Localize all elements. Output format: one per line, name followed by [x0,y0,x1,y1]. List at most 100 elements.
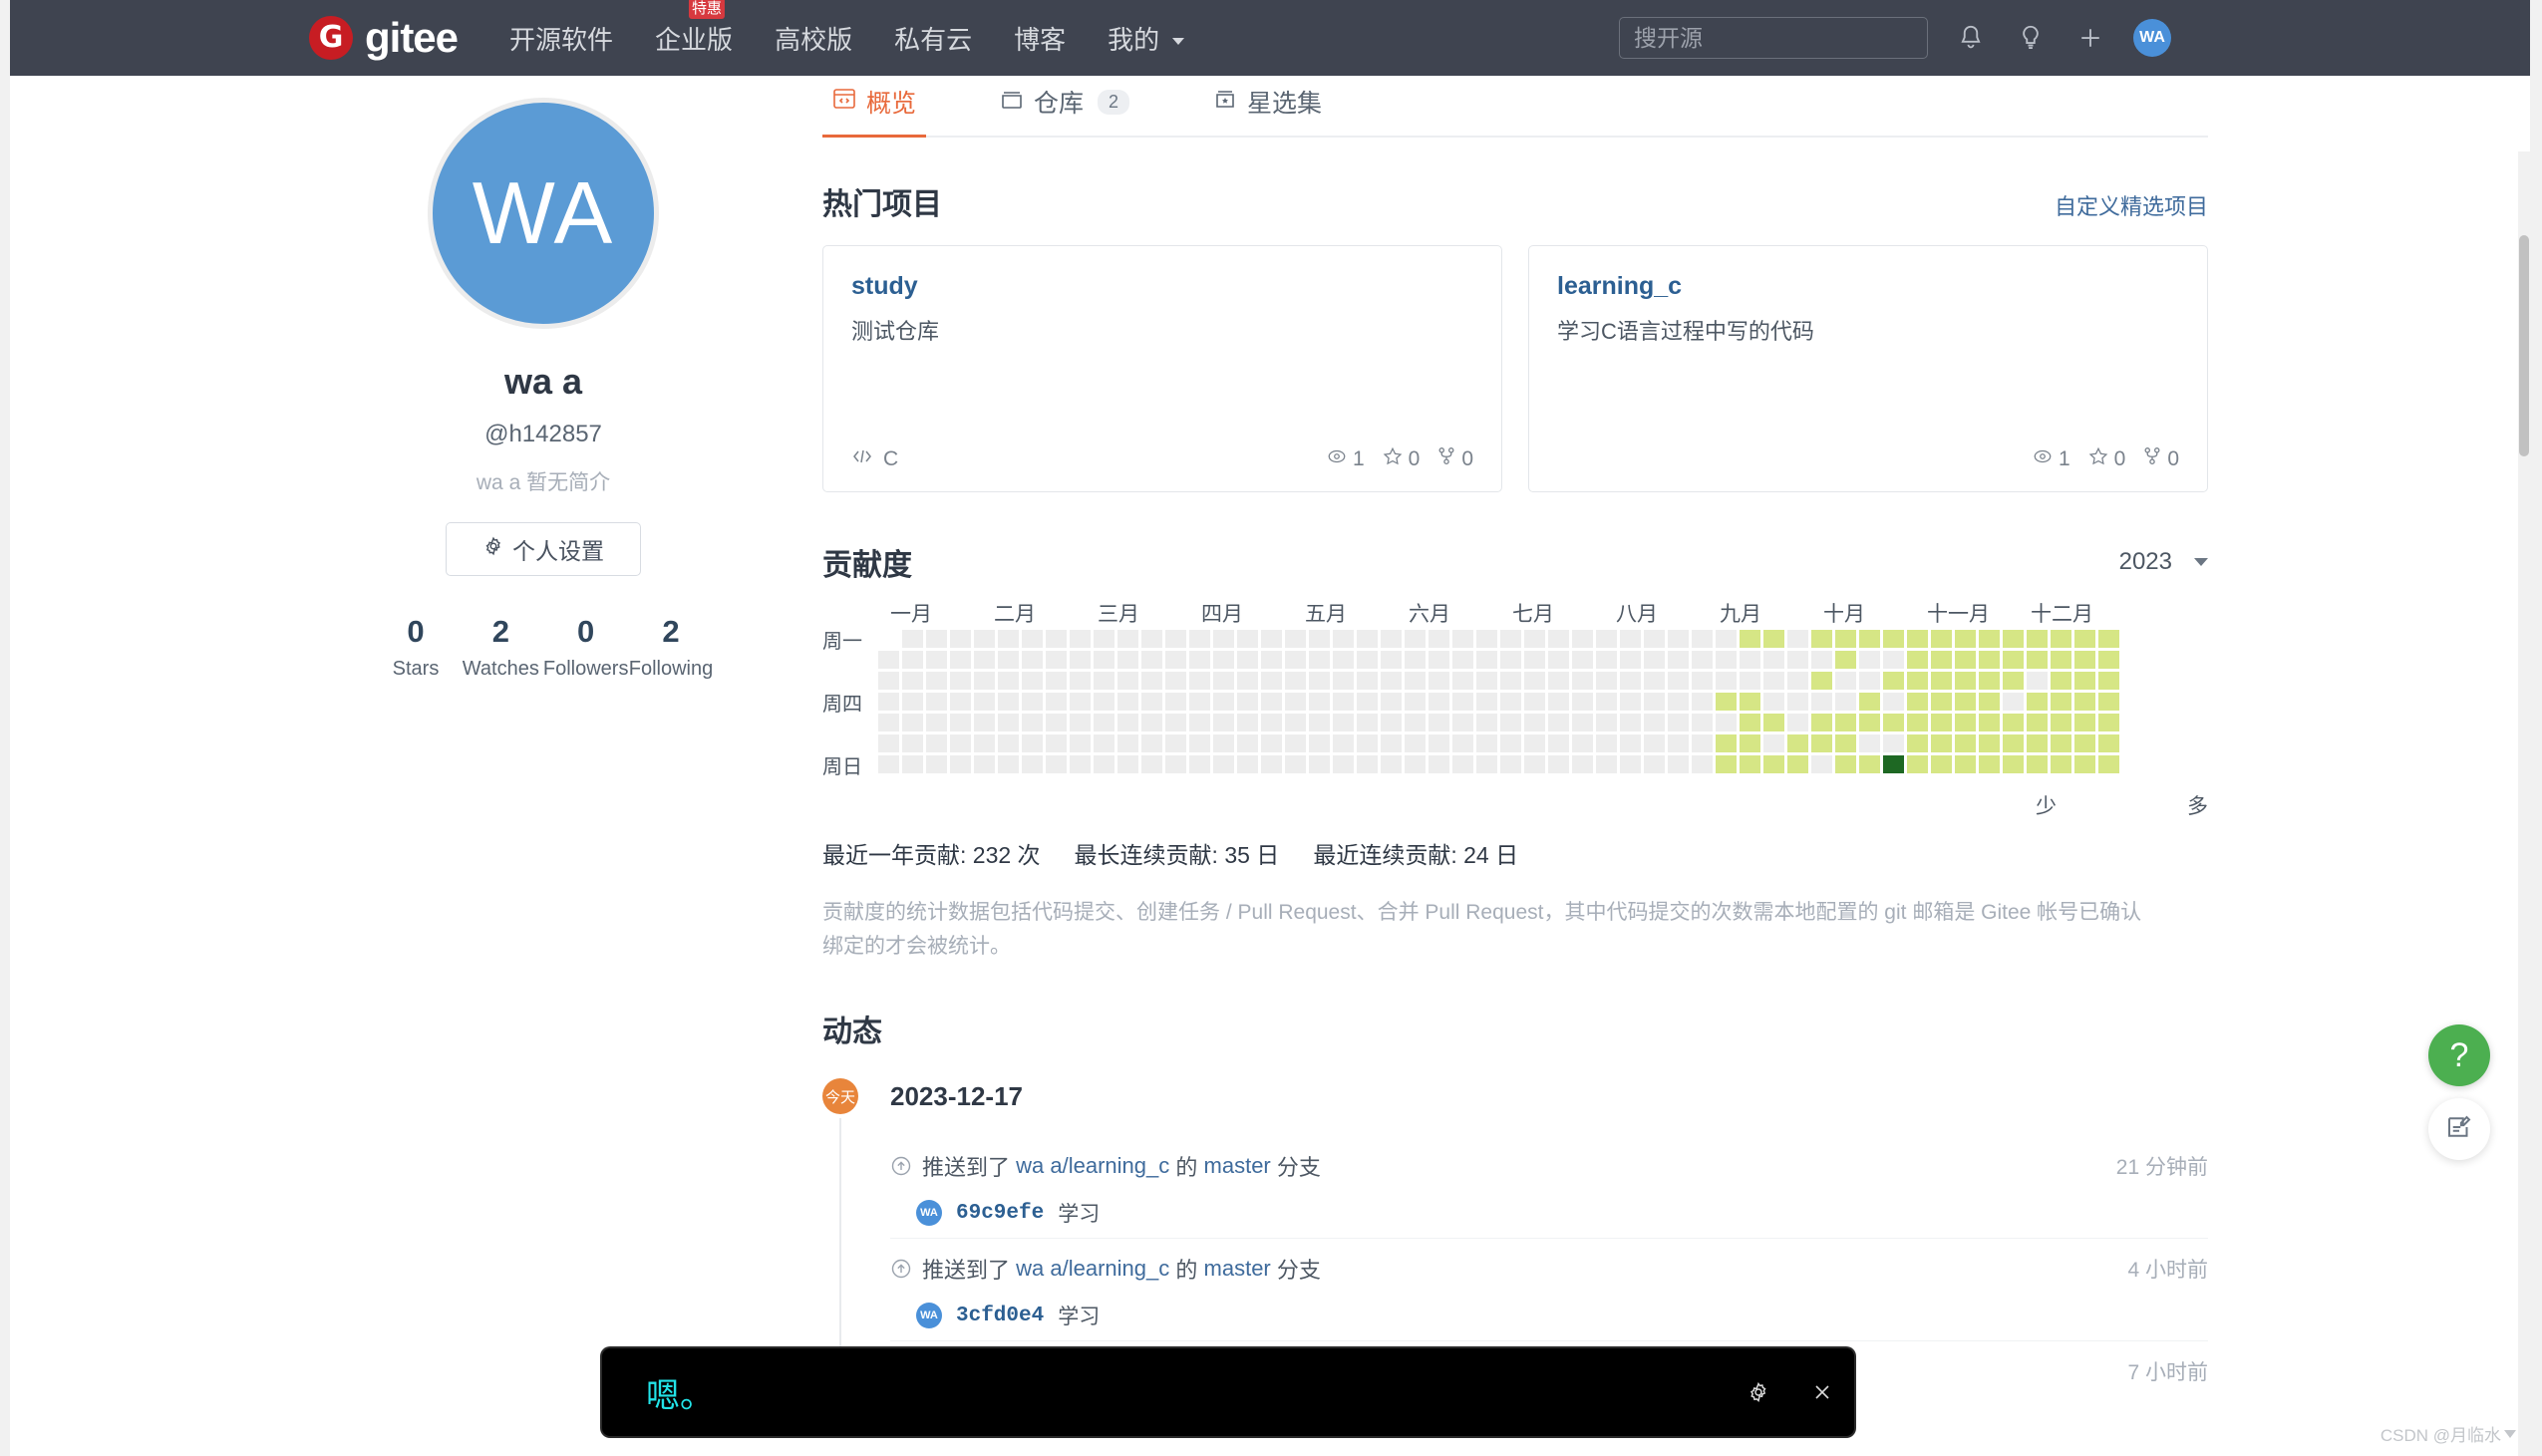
heatmap-day-cell[interactable] [950,755,971,773]
heatmap-day-cell[interactable] [1333,734,1354,752]
heatmap-day-cell[interactable] [998,755,1019,773]
heatmap-day-cell[interactable] [2027,693,2048,711]
search-input[interactable] [1619,17,1928,59]
feed-branch-link[interactable]: master [1204,1153,1271,1179]
heatmap-day-cell[interactable] [1716,693,1737,711]
heatmap-day-cell[interactable] [1405,630,1426,648]
feed-repo-link[interactable]: wa a/learning_c [1016,1153,1169,1179]
heatmap-day-cell[interactable] [1022,630,1043,648]
heatmap-day-cell[interactable] [950,672,971,690]
heatmap-day-cell[interactable] [1596,672,1617,690]
heatmap-day-cell[interactable] [1285,734,1306,752]
heatmap-day-cell[interactable] [878,693,899,711]
heatmap-day-cell[interactable] [1500,734,1521,752]
heatmap-day-cell[interactable] [926,734,947,752]
heatmap-day-cell[interactable] [1572,651,1593,669]
heatmap-day-cell[interactable] [878,755,899,773]
heatmap-day-cell[interactable] [1524,693,1545,711]
heatmap-day-cell[interactable] [950,714,971,731]
heatmap-day-cell[interactable] [1692,714,1713,731]
heatmap-day-cell[interactable] [1476,672,1497,690]
heatmap-day-cell[interactable] [1237,672,1258,690]
heatmap-day-cell[interactable] [1692,755,1713,773]
heatmap-day-cell[interactable] [1213,734,1234,752]
heatmap-day-cell[interactable] [1548,734,1569,752]
heatmap-day-cell[interactable] [1548,651,1569,669]
heatmap-day-cell[interactable] [1955,714,1976,731]
feedback-button[interactable] [2428,1098,2490,1160]
heatmap-day-cell[interactable] [1787,630,1808,648]
heatmap-day-cell[interactable] [1811,714,1832,731]
heatmap-day-cell[interactable] [1117,651,1138,669]
heatmap-day-cell[interactable] [2027,755,2048,773]
heatmap-day-cell[interactable] [1524,755,1545,773]
heatmap-day-cell[interactable] [2027,714,2048,731]
heatmap-day-cell[interactable] [1070,714,1091,731]
heatmap-day-cell[interactable] [974,693,995,711]
heatmap-day-cell[interactable] [1405,714,1426,731]
heatmap-day-cell[interactable] [926,672,947,690]
heatmap-day-cell[interactable] [2074,755,2095,773]
heatmap-day-cell[interactable] [1141,630,1162,648]
heatmap-day-cell[interactable] [1094,693,1114,711]
heatmap-day-cell[interactable] [1189,734,1210,752]
heatmap-day-cell[interactable] [1285,755,1306,773]
heatmap-day-cell[interactable] [1548,755,1569,773]
heatmap-day-cell[interactable] [1381,714,1402,731]
heatmap-day-cell[interactable] [1452,714,1473,731]
heatmap-day-cell[interactable] [2051,714,2071,731]
heatmap-day-cell[interactable] [998,693,1019,711]
heatmap-day-cell[interactable] [2098,734,2119,752]
heatmap-day-cell[interactable] [1357,755,1378,773]
heatmap-day-cell[interactable] [1596,630,1617,648]
heatmap-day-cell[interactable] [1117,734,1138,752]
heatmap-day-cell[interactable] [2098,651,2119,669]
heatmap-day-cell[interactable] [998,734,1019,752]
heatmap-day-cell[interactable] [1907,630,1928,648]
heatmap-day-cell[interactable] [1357,734,1378,752]
heatmap-day-cell[interactable] [1476,755,1497,773]
feed-repo-link[interactable]: wa a/learning_c [1016,1256,1169,1282]
heatmap-day-cell[interactable] [1046,734,1067,752]
heatmap-day-cell[interactable] [1907,693,1928,711]
heatmap-day-cell[interactable] [1979,755,2000,773]
heatmap-day-cell[interactable] [1883,672,1904,690]
heatmap-day-cell[interactable] [2074,630,2095,648]
heatmap-day-cell[interactable] [1740,672,1760,690]
user-menu[interactable]: WA [2133,19,2179,57]
tab-starred-collections[interactable]: 星选集 [1203,84,1332,136]
heatmap-day-cell[interactable] [1261,714,1282,731]
heatmap-day-cell[interactable] [1931,734,1952,752]
heatmap-day-cell[interactable] [1548,672,1569,690]
heatmap-day-cell[interactable] [1094,630,1114,648]
heatmap-day-cell[interactable] [1740,693,1760,711]
heatmap-day-cell[interactable] [1333,651,1354,669]
heatmap-grid[interactable] [878,630,2119,778]
heatmap-day-cell[interactable] [2074,693,2095,711]
heatmap-day-cell[interactable] [1189,672,1210,690]
heatmap-day-cell[interactable] [1955,734,1976,752]
heatmap-day-cell[interactable] [1524,630,1545,648]
heatmap-day-cell[interactable] [1452,693,1473,711]
heatmap-day-cell[interactable] [1452,755,1473,773]
heatmap-day-cell[interactable] [1452,630,1473,648]
heatmap-day-cell[interactable] [1835,714,1856,731]
heatmap-day-cell[interactable] [1668,693,1689,711]
heatmap-day-cell[interactable] [1931,672,1952,690]
plus-icon[interactable] [2073,21,2107,55]
nav-link-mine[interactable]: 我的 [1108,20,1184,57]
heatmap-day-cell[interactable] [1046,714,1067,731]
heatmap-day-cell[interactable] [1883,714,1904,731]
heatmap-day-cell[interactable] [1883,630,1904,648]
heatmap-day-cell[interactable] [1883,734,1904,752]
heatmap-day-cell[interactable] [1620,714,1641,731]
heatmap-day-cell[interactable] [1070,672,1091,690]
close-icon[interactable] [1810,1380,1834,1404]
heatmap-day-cell[interactable] [1955,630,1976,648]
heatmap-day-cell[interactable] [1022,651,1043,669]
heatmap-day-cell[interactable] [926,693,947,711]
heatmap-day-cell[interactable] [1955,693,1976,711]
heatmap-day-cell[interactable] [1333,630,1354,648]
gitee-brand[interactable]: G gitee [309,14,458,62]
heatmap-day-cell[interactable] [1668,672,1689,690]
